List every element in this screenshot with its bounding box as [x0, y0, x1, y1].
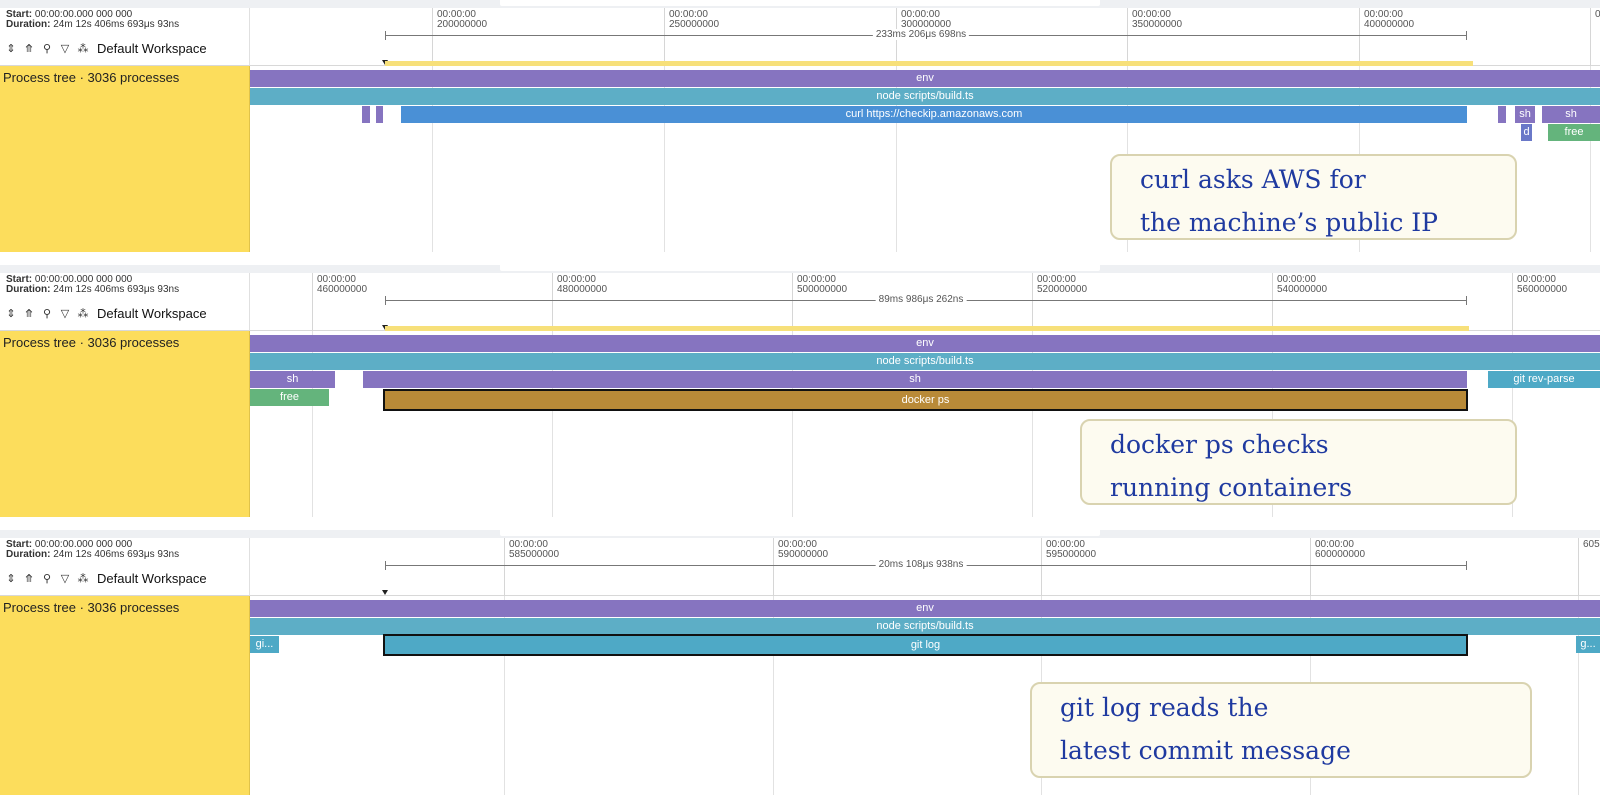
workspace-label[interactable]: Default Workspace	[97, 41, 207, 56]
timeline-panel-1: Start: 00:00:00.000 000 000 Duration: 24…	[0, 0, 1600, 252]
slice-curl[interactable]: curl https://checkip.amazonaws.com	[401, 106, 1467, 123]
slice-sh[interactable]: sh	[250, 371, 335, 388]
process-tree-sidebar[interactable]: Process tree · 3036 processes	[0, 596, 250, 795]
process-tree-sidebar[interactable]: Process tree · 3036 processes	[0, 331, 250, 517]
timeline-header-left: Start: 00:00:00.000 000 000 Duration: 24…	[0, 8, 250, 66]
slice-env[interactable]: env	[250, 335, 1600, 352]
workspace-label[interactable]: Default Workspace	[97, 306, 207, 321]
slice-env[interactable]: env	[250, 600, 1600, 617]
ruler-tick: 00:00:00 460000000	[312, 273, 367, 331]
ruler-tick: 00:00:00 540000000	[1272, 273, 1327, 331]
slice-node-build[interactable]: node scripts/build.ts	[250, 88, 1600, 105]
workspace-icon[interactable]: ⁂	[77, 571, 89, 585]
ruler-tick: 00:00:00 595000000	[1041, 538, 1096, 596]
duration-value: 24m 12s 406ms 693μs 93ns	[53, 549, 180, 560]
slice-docker-ps[interactable]: docker ps	[383, 389, 1468, 411]
duration-value: 24m 12s 406ms 693μs 93ns	[53, 284, 180, 295]
trace-meta: Start: 00:00:00.000 000 000 Duration: 24…	[6, 9, 180, 30]
filter-icon[interactable]: ▽	[59, 306, 71, 320]
collapse-all-icon[interactable]: ⤊	[23, 41, 35, 55]
process-tree-title: Process tree · 3036 processes	[3, 335, 180, 350]
panel-scrollbar[interactable]	[0, 265, 1600, 273]
expand-all-icon[interactable]: ⇕	[5, 41, 17, 55]
time-ruler[interactable]: 00:00:00 460000000 00:00:00 480000000 00:0…	[250, 273, 1600, 331]
annotation-note: curl asks AWS for the machine’s public I…	[1110, 154, 1517, 240]
slice-free[interactable]: free	[1548, 124, 1600, 141]
ruler-tick: 00:00:00 500000000	[792, 273, 847, 331]
selection-span-label: 20ms 108μs 938ns	[875, 559, 967, 570]
slice-env[interactable]: env	[250, 70, 1600, 87]
expand-all-icon[interactable]: ⇕	[5, 571, 17, 585]
filter-icon[interactable]: ▽	[59, 41, 71, 55]
track-toolbar: ⇕ ⤊ ⚲ ▽ ⁂ Default Workspace	[5, 570, 207, 586]
ruler-tick: 00:00:00 520000000	[1032, 273, 1087, 331]
duration-value: 24m 12s 406ms 693μs 93ns	[53, 19, 180, 30]
track-area[interactable]: env node scripts/build.ts curl https://c…	[250, 66, 1600, 252]
annotation-note: docker ps checks running containers	[1080, 419, 1517, 505]
slice-free[interactable]: free	[250, 389, 329, 406]
ruler-tick: 00:00:00 400000000	[1359, 8, 1414, 66]
filter-icon[interactable]: ▽	[59, 571, 71, 585]
slice-small[interactable]	[362, 106, 370, 123]
unpin-icon[interactable]: ⚲	[41, 571, 53, 585]
panel-scrollbar[interactable]	[0, 0, 1600, 8]
process-tree-sidebar[interactable]: Process tree · 3036 processes	[0, 66, 250, 252]
workspace-label[interactable]: Default Workspace	[97, 571, 207, 586]
unpin-icon[interactable]: ⚲	[41, 41, 53, 55]
selection-span-label: 89ms 986μs 262ns	[875, 294, 967, 305]
trace-meta: Start: 00:00:00.000 000 000 Duration: 24…	[6, 274, 180, 295]
slice-sh[interactable]: sh	[363, 371, 1467, 388]
ruler-tick: 00:00:00 590000000	[773, 538, 828, 596]
ruler-tick: 00:00:00 560000000	[1512, 273, 1567, 331]
selection-span-label: 233ms 206μs 698ns	[872, 29, 970, 40]
ruler-tick: 0	[1590, 8, 1600, 66]
ruler-tick: 00:00:00 250000000	[664, 8, 719, 66]
slice-sh[interactable]: sh	[1515, 106, 1535, 123]
workspace-icon[interactable]: ⁂	[77, 306, 89, 320]
slice-d[interactable]: d	[1521, 124, 1532, 141]
track-toolbar: ⇕ ⤊ ⚲ ▽ ⁂ Default Workspace	[5, 40, 207, 56]
ruler-tick: 00:00:00 200000000	[432, 8, 487, 66]
ruler-tick: 00:00:00 350000000	[1127, 8, 1182, 66]
timeline-panel-3: Start: 00:00:00.000 000 000 Duration: 24…	[0, 530, 1600, 795]
collapse-all-icon[interactable]: ⤊	[23, 306, 35, 320]
process-tree-title: Process tree · 3036 processes	[3, 600, 180, 615]
slice-node-build[interactable]: node scripts/build.ts	[250, 353, 1600, 370]
annotation-note: git log reads the latest commit message	[1030, 682, 1532, 778]
cursor-marker-icon[interactable]	[382, 590, 388, 595]
slice-small[interactable]	[376, 106, 383, 123]
scroll-thumb[interactable]	[500, 0, 1100, 6]
slice-git-truncated[interactable]: gi...	[250, 636, 279, 653]
slice-git-truncated[interactable]: g...	[1576, 636, 1600, 653]
ruler-tick: 00:00:00 600000000	[1310, 538, 1365, 596]
panel-scrollbar[interactable]	[0, 530, 1600, 538]
time-ruler[interactable]: 00:00:00 200000000 00:00:00 250000000 00:0…	[250, 8, 1600, 66]
track-area[interactable]: env node scripts/build.ts gi... git log …	[250, 596, 1600, 795]
ruler-tick: 00:00:00 480000000	[552, 273, 607, 331]
unpin-icon[interactable]: ⚲	[41, 306, 53, 320]
timeline-header-left: Start: 00:00:00.000 000 000 Duration: 24…	[0, 538, 250, 596]
ruler-tick: 00:00:00 585000000	[504, 538, 559, 596]
slice-sh[interactable]: sh	[1542, 106, 1600, 123]
process-tree-title: Process tree · 3036 processes	[3, 70, 180, 85]
timeline-panel-2: Start: 00:00:00.000 000 000 Duration: 24…	[0, 265, 1600, 517]
workspace-icon[interactable]: ⁂	[77, 41, 89, 55]
collapse-all-icon[interactable]: ⤊	[23, 571, 35, 585]
track-toolbar: ⇕ ⤊ ⚲ ▽ ⁂ Default Workspace	[5, 305, 207, 321]
scroll-thumb[interactable]	[500, 530, 1100, 536]
slice-small[interactable]	[1498, 106, 1506, 123]
time-ruler[interactable]: 00:00:00 585000000 00:00:00 590000000 00:0…	[250, 538, 1600, 596]
trace-meta: Start: 00:00:00.000 000 000 Duration: 24…	[6, 539, 180, 560]
scroll-thumb[interactable]	[500, 265, 1100, 271]
track-area[interactable]: env node scripts/build.ts sh sh git rev-…	[250, 331, 1600, 517]
timeline-header-left: Start: 00:00:00.000 000 000 Duration: 24…	[0, 273, 250, 331]
slice-git-log[interactable]: git log	[383, 634, 1468, 656]
slice-git-rev-parse[interactable]: git rev-parse	[1488, 371, 1600, 388]
ruler-tick: 605	[1578, 538, 1600, 596]
slice-node-build[interactable]: node scripts/build.ts	[250, 618, 1600, 635]
expand-all-icon[interactable]: ⇕	[5, 306, 17, 320]
